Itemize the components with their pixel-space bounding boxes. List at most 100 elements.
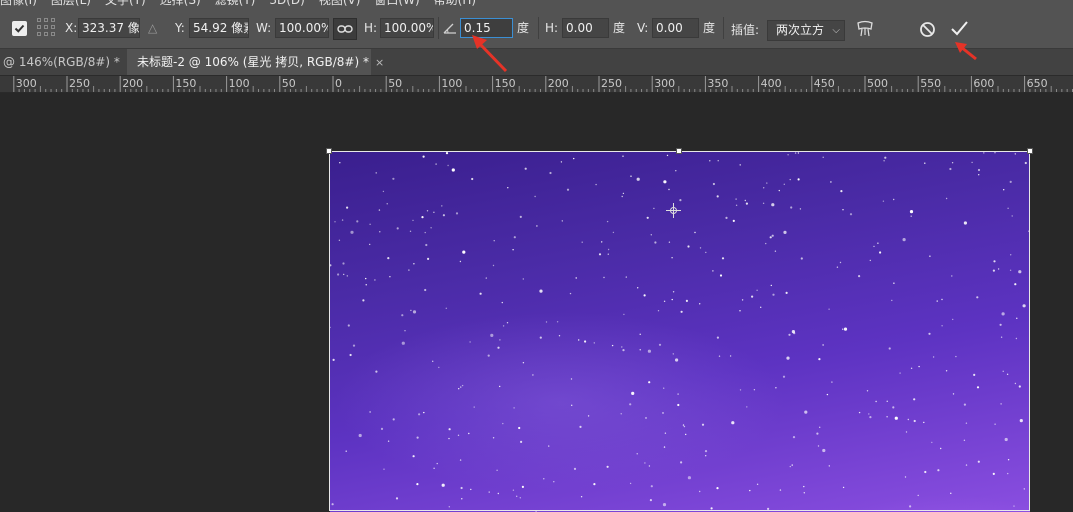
star — [392, 418, 395, 421]
transform-handle-top-right[interactable] — [1027, 148, 1033, 154]
star — [386, 203, 388, 205]
menu-item[interactable]: 文字(Y) — [105, 0, 146, 7]
menu-item[interactable]: 窗口(W) — [374, 0, 419, 7]
menu-item[interactable]: 帮助(H) — [434, 0, 476, 7]
star — [918, 365, 920, 368]
interpolation-label: 插值: — [731, 23, 760, 37]
triangle-icon[interactable]: △ — [148, 18, 157, 38]
transform-handle-top-center[interactable] — [676, 148, 682, 154]
star — [460, 386, 462, 388]
menu-item[interactable]: 视图(V) — [319, 0, 361, 7]
star — [578, 339, 580, 341]
menu-item[interactable]: 选择(S) — [160, 0, 201, 7]
star — [779, 489, 782, 491]
star — [869, 259, 871, 262]
star — [502, 325, 505, 327]
star — [716, 195, 719, 198]
star — [949, 167, 952, 171]
star — [1022, 304, 1026, 308]
star — [753, 389, 756, 391]
x-position-field[interactable]: 323.37 像素 — [78, 18, 140, 38]
star — [522, 362, 525, 364]
star — [804, 410, 808, 414]
star — [548, 445, 550, 447]
tab-document-1[interactable]: @ 146%(RGB/8#) *× — [0, 49, 141, 75]
star — [664, 432, 667, 434]
star — [620, 413, 622, 415]
checkbox-icon[interactable] — [12, 21, 27, 36]
star — [909, 505, 912, 508]
close-icon[interactable]: × — [375, 56, 384, 69]
interpolation-value: 两次立方 — [776, 23, 825, 37]
star — [1023, 488, 1025, 490]
star — [330, 264, 332, 267]
commit-transform-check-icon[interactable] — [950, 20, 969, 40]
star — [675, 170, 677, 172]
height-field[interactable]: 100.00% — [380, 18, 434, 38]
star — [580, 496, 583, 498]
star — [766, 182, 768, 184]
transform-center-point-icon[interactable] — [666, 203, 681, 218]
menu-item[interactable]: 滤镜(T) — [215, 0, 256, 7]
reference-point-grid-icon[interactable] — [37, 18, 57, 38]
star — [560, 161, 563, 163]
star — [699, 490, 701, 493]
star — [387, 257, 390, 260]
star — [436, 462, 438, 465]
star — [654, 241, 657, 244]
star — [894, 416, 898, 420]
warp-mode-icon[interactable] — [855, 19, 875, 42]
menu-bar: 图像(I) 图层(L) 文字(Y) 选择(S) 滤镜(T) 3D(D) 视图(V) 窗口(W)… — [0, 0, 1073, 7]
star — [462, 250, 466, 254]
star — [524, 167, 527, 170]
star — [772, 293, 775, 296]
star — [422, 155, 425, 158]
star — [379, 231, 381, 233]
horizontal-skew-field[interactable]: 0.00 — [562, 18, 609, 38]
star — [976, 386, 980, 389]
star — [672, 291, 675, 293]
horizontal-ruler[interactable]: 300 250 200 150 100 50 0 50 100 150 200 250 300 350 40… — [0, 76, 1073, 93]
star — [441, 483, 445, 487]
star — [745, 202, 748, 205]
w-label: W: — [256, 21, 272, 35]
tab-label: 未标题-2 @ 106% (星光 拷贝, RGB/8#) * — [137, 55, 369, 69]
star — [471, 177, 474, 181]
star — [566, 188, 570, 191]
star — [606, 220, 609, 223]
star — [637, 287, 639, 289]
y-position-field[interactable]: 54.92 像素 — [189, 18, 249, 38]
star — [553, 481, 555, 483]
star — [682, 424, 685, 426]
star — [378, 209, 381, 211]
menu-item[interactable]: 图层(L) — [51, 0, 91, 7]
menu-item[interactable]: 图像(I) — [0, 0, 37, 7]
vertical-skew-field[interactable]: 0.00 — [652, 18, 699, 38]
star — [771, 203, 775, 207]
ruler-label: 0 — [335, 77, 342, 90]
star — [497, 346, 500, 349]
star — [507, 187, 509, 189]
tab-document-2[interactable]: 未标题-2 @ 106% (星光 拷贝, RGB/8#) * × — [127, 49, 384, 75]
rotation-angle-field[interactable]: 0.15 — [460, 18, 513, 38]
star — [941, 298, 943, 301]
link-icon[interactable] — [333, 18, 357, 40]
star — [607, 248, 610, 251]
star — [341, 219, 344, 221]
star — [705, 251, 707, 254]
star — [520, 440, 523, 443]
cancel-transform-icon[interactable] — [919, 21, 936, 41]
star — [858, 411, 861, 414]
star — [735, 204, 738, 206]
menu-item[interactable]: 3D(D) — [269, 0, 304, 7]
star — [460, 486, 463, 490]
ruler-label: 100 — [441, 77, 462, 90]
star — [1007, 207, 1009, 209]
star — [579, 425, 582, 428]
star — [441, 205, 443, 207]
interpolation-select[interactable]: 两次立方 ⌵ — [767, 20, 845, 41]
transform-handle-top-left[interactable] — [326, 148, 332, 154]
star — [839, 261, 842, 264]
width-field[interactable]: 100.00% — [275, 18, 329, 38]
star — [639, 333, 641, 335]
